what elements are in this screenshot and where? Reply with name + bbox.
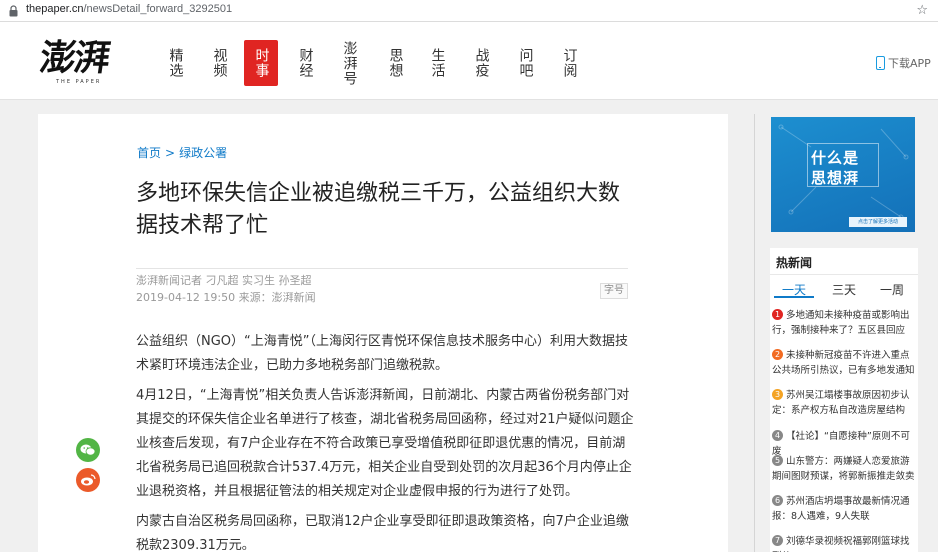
rank-badge: 2	[772, 349, 783, 360]
nav-item-featured[interactable]: 精选	[158, 40, 192, 86]
breadcrumb: 首页 > 绿政公署	[137, 144, 227, 161]
url-domain: thepaper.cn	[26, 3, 84, 15]
nav-item-ask[interactable]: 问吧	[508, 40, 542, 86]
ad-cta-button[interactable]: 点击了解更多活动	[849, 217, 907, 227]
lock-icon	[9, 5, 18, 17]
article-paragraph: 内蒙古自治区税务局回函称，已取消12户企业享受即征即退政策资格，向7户企业追缴税…	[136, 514, 629, 552]
url-text[interactable]: thepaper.cn/newsDetail_forward_3292501	[26, 3, 232, 15]
share-weibo-button[interactable]	[76, 468, 100, 492]
article-paragraph: 4月12日，“上海青悦”相关负责人告诉澎湃新闻，日前湖北、内蒙古两省份税务部门对…	[136, 388, 634, 499]
sidebar-divider	[754, 114, 755, 552]
rank-badge: 5	[772, 455, 783, 466]
hot-news-text: 多地通知未接种疫苗或影响出行，强制接种来了？五区县回应	[772, 310, 910, 336]
hot-news-text: 苏州酒店坍塌事故最新情况通报：8人遇难，9人失联	[772, 496, 910, 522]
article-meta: 2019-04-12 19:50 来源：澎湃新闻	[136, 291, 316, 304]
nav-item-finance[interactable]: 财经	[288, 40, 322, 86]
tab-one-week[interactable]: 一周	[868, 281, 916, 298]
wechat-icon	[80, 444, 96, 456]
rank-badge: 3	[772, 389, 783, 400]
breadcrumb-home[interactable]: 首页	[137, 146, 161, 160]
breadcrumb-separator: >	[165, 146, 176, 160]
bookmark-star-icon[interactable]: ☆	[916, 3, 928, 18]
hot-news-text: 苏州吴江塌楼事故原因初步认定：系产权方私自改造房屋结构	[772, 390, 910, 416]
site-logo[interactable]: 澎湃 THE PAPER	[37, 37, 120, 88]
nav-item-life[interactable]: 生活	[420, 40, 454, 86]
download-app-link[interactable]: 下载APP	[876, 55, 931, 71]
breadcrumb-section[interactable]: 绿政公署	[179, 146, 227, 160]
hot-news-panel: 热新闻 一天 三天 一周 1 多地通知未接种疫苗或影响出行，强制接种来了？五区县回…	[770, 248, 918, 552]
nav-item-subscribe[interactable]: 订阅	[552, 40, 586, 86]
hot-news-title: 热新闻	[776, 256, 813, 270]
phone-icon	[876, 56, 885, 70]
ad-headline-line1: 什么是	[811, 149, 860, 167]
ad-headline-line2: 思想湃	[811, 169, 860, 187]
hot-news-text: 刘德华录视频祝福郭刚篮球找到儿	[772, 536, 910, 552]
rank-badge: 7	[772, 535, 783, 546]
hot-news-item[interactable]: 5 山东警方：两嫌疑人恋爱旅游期间图财预谋，将郭新振推走敛卖	[772, 454, 918, 484]
hot-news-item[interactable]: 7刘德华录视频祝福郭刚篮球找到儿	[772, 534, 918, 552]
sidebar-ad-banner[interactable]: 什么是 思想湃 点击了解更多活动	[771, 117, 915, 232]
url-path: /newsDetail_forward_3292501	[83, 3, 233, 15]
article-title: 多地环保失信企业被追缴税三千万，公益组织大数据技术帮了忙	[136, 181, 621, 238]
browser-url-bar[interactable]: thepaper.cn/newsDetail_forward_3292501 ☆	[0, 0, 938, 22]
nav-item-pengpai-hao[interactable]: 澎湃号	[332, 40, 366, 86]
title-divider	[136, 268, 628, 269]
article-byline: 澎湃新闻记者 刁凡超 实习生 孙圣超	[136, 274, 312, 287]
article-paragraph: 公益组织（NGO）“上海青悦”（上海闵行区青悦环保信息技术服务中心）利用大数据技…	[136, 334, 629, 373]
hot-news-item[interactable]: 3 苏州吴江塌楼事故原因初步认定：系产权方私自改造房屋结构	[772, 388, 918, 418]
rank-badge: 1	[772, 309, 783, 320]
rank-badge: 6	[772, 495, 783, 506]
active-tab-indicator	[774, 296, 814, 298]
rank-badge: 4	[772, 430, 783, 441]
hot-news-text: 未接种新冠疫苗不许进入重点公共场所引热议，已有多地发通知	[772, 350, 915, 376]
article-panel: 首页 > 绿政公署 多地环保失信企业被追缴税三千万，公益组织大数据技术帮了忙 澎湃新…	[38, 114, 728, 552]
nav-item-epidemic[interactable]: 战疫	[464, 40, 498, 86]
logo-text: 澎湃	[37, 37, 111, 79]
nav-item-current-affairs[interactable]: 时事	[244, 40, 278, 86]
hot-news-item[interactable]: 6 苏州酒店坍塌事故最新情况通报：8人遇难，9人失联	[772, 494, 918, 524]
hot-news-item[interactable]: 1 多地通知未接种疫苗或影响出行，强制接种来了？五区县回应	[772, 308, 918, 338]
nav-item-video[interactable]: 视频	[202, 40, 236, 86]
hot-news-text: 山东警方：两嫌疑人恋爱旅游期间图财预谋，将郭新振推走敛卖	[772, 456, 915, 482]
font-size-button[interactable]: 字号	[600, 283, 628, 299]
hot-title-divider	[770, 274, 918, 275]
share-wechat-button[interactable]	[76, 438, 100, 462]
weibo-icon	[81, 474, 96, 486]
hot-news-item[interactable]: 2 未接种新冠疫苗不许进入重点公共场所引热议，已有多地发通知	[772, 348, 918, 378]
logo-subtext: THE PAPER	[56, 79, 102, 85]
tab-three-days[interactable]: 三天	[820, 281, 868, 298]
site-header: 澎湃 THE PAPER 精选 视频 时事 财经 澎湃号 思想 生活 战疫 问吧…	[0, 22, 938, 100]
download-app-label: 下载APP	[888, 57, 931, 70]
nav-item-thought[interactable]: 思想	[378, 40, 412, 86]
